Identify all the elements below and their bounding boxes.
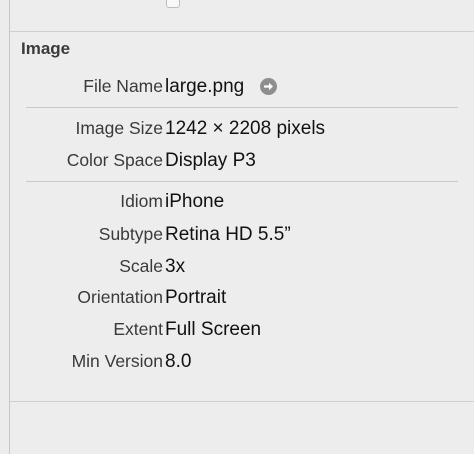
subtype-row: Subtype Retina HD 5.5”	[10, 224, 474, 250]
divider	[26, 107, 458, 108]
idiom-row: Idiom iPhone	[10, 191, 474, 217]
extent-row: Extent Full Screen	[10, 319, 474, 345]
orientation-row: Orientation Portrait	[10, 287, 474, 313]
image-size-value: 1242 × 2208 pixels	[165, 118, 326, 139]
orientation-value: Portrait	[165, 287, 227, 308]
min-version-value: 8.0	[165, 351, 192, 372]
section-title: Image	[21, 39, 71, 58]
checkbox[interactable]	[166, 0, 180, 8]
divider	[26, 181, 458, 182]
subtype-label: Subtype	[98, 224, 163, 244]
inspector-panel: Image File Name large.png Image Size 124…	[9, 0, 474, 454]
color-space-label: Color Space	[66, 150, 163, 170]
subtype-value: Retina HD 5.5”	[165, 224, 291, 245]
file-name-row: File Name large.png	[10, 76, 474, 102]
scale-row: Scale 3x	[10, 256, 474, 282]
min-version-label: Min Version	[71, 351, 163, 371]
scale-value: 3x	[165, 256, 186, 277]
extent-label: Extent	[113, 319, 163, 339]
color-space-row: Color Space Display P3	[10, 150, 474, 176]
orientation-label: Orientation	[77, 287, 163, 307]
idiom-value: iPhone	[165, 191, 225, 212]
image-size-row: Image Size 1242 × 2208 pixels	[10, 118, 474, 144]
window-background: Image File Name large.png Image Size 124…	[0, 0, 474, 454]
arrow-right-circle-icon[interactable]	[260, 78, 277, 95]
scale-label: Scale	[119, 256, 163, 276]
idiom-label: Idiom	[120, 191, 163, 211]
extent-value: Full Screen	[165, 319, 262, 340]
file-name-label: File Name	[83, 76, 163, 96]
color-space-value: Display P3	[165, 150, 256, 171]
divider	[10, 401, 474, 402]
min-version-row: Min Version 8.0	[10, 351, 474, 377]
image-size-label: Image Size	[75, 118, 163, 138]
previous-section-fragment	[10, 0, 474, 32]
file-name-value: large.png	[165, 76, 245, 97]
